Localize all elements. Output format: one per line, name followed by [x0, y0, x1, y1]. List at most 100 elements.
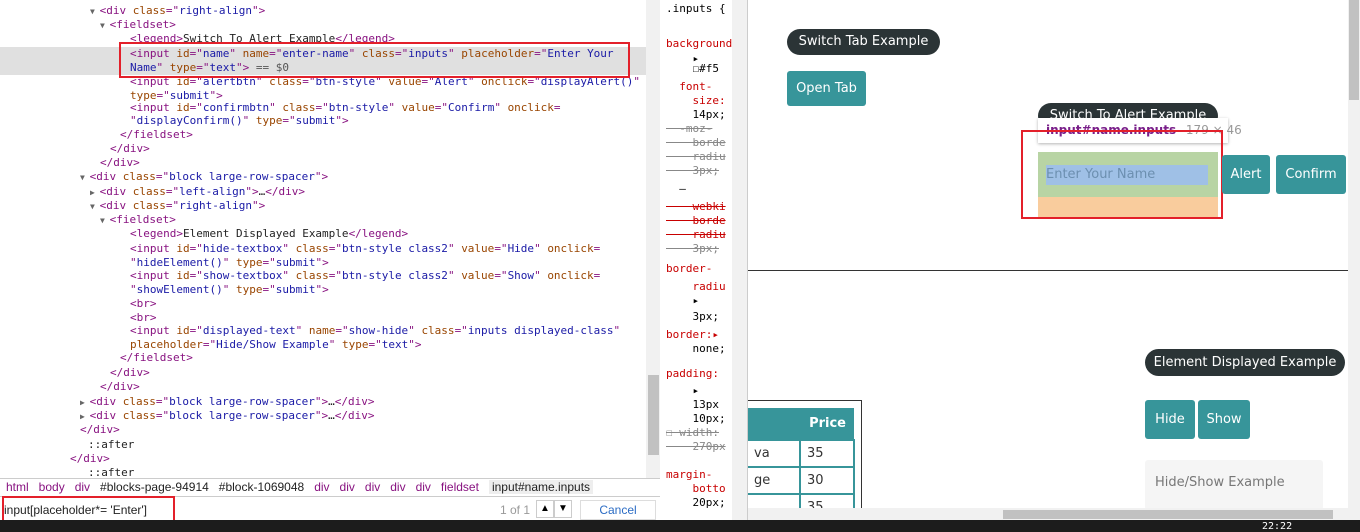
styles-scrollbar[interactable]	[732, 0, 748, 520]
dom-node-line[interactable]: </fieldset>	[0, 128, 646, 142]
style-declaration[interactable]: webki	[666, 200, 725, 214]
expand-toggle-icon[interactable]: ▼	[80, 173, 90, 182]
style-declaration[interactable]: 20px;	[666, 496, 725, 510]
previous-match-button[interactable]: ▲	[536, 500, 554, 518]
dom-node-line[interactable]: "showElement()" type="submit">	[0, 283, 646, 297]
dom-node-line[interactable]: </div>	[0, 142, 646, 156]
style-declaration[interactable]: 13px	[666, 398, 719, 412]
dom-token: type	[255, 114, 283, 127]
open-tab-button[interactable]: Open Tab	[787, 71, 866, 106]
breadcrumb-item[interactable]: div	[314, 480, 329, 494]
style-declaration[interactable]: radiu	[666, 280, 725, 294]
dom-node-line[interactable]: <legend>Element Displayed Example</legen…	[0, 227, 646, 241]
breadcrumb-item[interactable]: div	[340, 480, 355, 494]
next-match-button[interactable]: ▼	[554, 500, 572, 518]
dom-node-line[interactable]: ▼ <div class="right-align">	[0, 199, 646, 213]
dom-token: btn-style class2	[341, 242, 448, 255]
breadcrumb-item[interactable]: #blocks-page-94914	[100, 480, 209, 494]
style-declaration[interactable]: none;	[666, 342, 725, 356]
style-declaration[interactable]: padding:	[666, 367, 719, 381]
dom-node-line[interactable]: </div>	[0, 366, 646, 380]
dom-node-line[interactable]: <input id="confirmbtn" class="btn-style"…	[0, 101, 646, 115]
style-declaration[interactable]: –	[666, 182, 686, 196]
breadcrumb-item[interactable]: div	[75, 480, 90, 494]
breadcrumb-item[interactable]: div	[390, 480, 405, 494]
confirm-button[interactable]: Confirm	[1276, 155, 1346, 194]
dom-node-line[interactable]: </div>	[0, 423, 646, 437]
dom-token: "	[130, 256, 137, 269]
expand-toggle-icon[interactable]: ▶	[80, 412, 90, 421]
style-declaration[interactable]: botto	[666, 482, 725, 496]
dom-node-line[interactable]: ▶ <div class="block large-row-spacer">…<…	[0, 395, 646, 409]
breadcrumb-item[interactable]: div	[365, 480, 380, 494]
dom-node-line[interactable]: ▶ <div class="left-align">…</div>	[0, 185, 646, 199]
dom-token: "	[633, 75, 641, 88]
style-declaration[interactable]: 10px;	[666, 412, 725, 426]
dom-node-line[interactable]: <br>	[0, 311, 646, 325]
dom-node-line[interactable]: ::after	[0, 466, 646, 478]
page-scrollbar-thumb[interactable]	[1349, 0, 1359, 100]
style-declaration[interactable]: radiu	[666, 228, 725, 242]
style-declaration[interactable]: ☐#f5	[666, 62, 719, 76]
dom-node-line[interactable]: <br>	[0, 297, 646, 311]
style-declaration[interactable]: size:	[666, 94, 725, 108]
dom-node-line[interactable]: ::after	[0, 438, 646, 452]
styles-panel[interactable]: .inputs { background ▸ ☐#f5 font- size: 1…	[661, 0, 732, 520]
dom-node-line[interactable]: placeholder="Hide/Show Example" type="te…	[0, 338, 646, 352]
dom-node-line[interactable]: ▼ <div class="block large-row-spacer">	[0, 170, 646, 184]
dom-token: Element Displayed Example	[182, 227, 349, 240]
elements-scrollbar-thumb[interactable]	[648, 375, 659, 455]
expand-toggle-icon[interactable]: ▼	[90, 7, 100, 16]
alert-button[interactable]: Alert	[1222, 155, 1270, 194]
expand-toggle-icon[interactable]: ▶	[90, 188, 100, 197]
dom-node-line[interactable]: ▼ <fieldset>	[0, 213, 646, 227]
dom-node-line[interactable]: ▼ <div class="right-align">	[0, 4, 646, 18]
dom-node-line[interactable]: </div>	[0, 156, 646, 170]
displayed-text-input[interactable]: Hide/Show Example	[1145, 460, 1323, 510]
breadcrumb-item[interactable]: html	[6, 480, 29, 494]
dom-node-line[interactable]: ▶ <div class="block large-row-spacer">…<…	[0, 409, 646, 423]
dom-node-line[interactable]: </fieldset>	[0, 351, 646, 365]
dom-node-line[interactable]: <input id="displayed-text" name="show-hi…	[0, 324, 646, 338]
breadcrumb-item[interactable]: input#name.inputs	[488, 480, 594, 494]
show-button[interactable]: Show	[1198, 400, 1250, 439]
style-declaration[interactable]: 3px;	[666, 164, 719, 178]
style-declaration[interactable]: background	[666, 37, 732, 51]
style-declaration[interactable]: -moz-	[666, 122, 712, 136]
expand-toggle-icon[interactable]: ▶	[80, 398, 90, 407]
breadcrumb-item[interactable]: fieldset	[441, 480, 479, 494]
style-declaration[interactable]: border:▸	[666, 328, 719, 342]
dom-token: ="	[494, 269, 508, 282]
dom-node-line[interactable]: </div>	[0, 380, 646, 394]
style-declaration[interactable]: borde	[666, 136, 725, 150]
style-declaration[interactable]: .inputs {	[666, 2, 726, 16]
dom-node-line[interactable]: </div>	[0, 452, 646, 466]
dom-token: ">	[314, 395, 329, 408]
style-declaration[interactable]: borde	[666, 214, 725, 228]
breadcrumb-item[interactable]: #block-1069048	[219, 480, 304, 494]
style-declaration[interactable]: ☐ width:	[666, 426, 719, 440]
style-declaration[interactable]: 14px;	[666, 108, 725, 122]
dom-node-line[interactable]: "hideElement()" type="submit">	[0, 256, 646, 270]
breadcrumb-item[interactable]: body	[39, 480, 65, 494]
horizontal-scrollbar-thumb[interactable]	[1003, 510, 1333, 519]
style-declaration[interactable]: ▸	[666, 384, 699, 398]
expand-toggle-icon[interactable]: ▼	[100, 216, 110, 225]
style-declaration[interactable]: 270px	[666, 440, 725, 454]
style-declaration[interactable]: font-	[666, 80, 712, 94]
style-declaration[interactable]: margin-	[666, 468, 712, 482]
style-declaration[interactable]: radiu	[666, 150, 725, 164]
hide-button[interactable]: Hide	[1145, 400, 1195, 439]
style-declaration[interactable]: border-	[666, 262, 712, 276]
dom-node-line[interactable]: "displayConfirm()" type="submit">	[0, 114, 646, 128]
dom-node-line[interactable]: ▼ <fieldset>	[0, 18, 646, 32]
style-declaration[interactable]: ▸	[666, 294, 699, 308]
dom-node-line[interactable]: <input id="hide-textbox" class="btn-styl…	[0, 242, 646, 256]
style-declaration[interactable]: 3px;	[666, 242, 719, 256]
style-declaration[interactable]: 3px;	[666, 310, 719, 324]
expand-toggle-icon[interactable]: ▼	[100, 21, 110, 30]
dom-node-line[interactable]: <input id="show-textbox" class="btn-styl…	[0, 269, 646, 283]
cancel-button[interactable]: Cancel	[580, 500, 656, 520]
breadcrumb-item[interactable]: div	[416, 480, 431, 494]
expand-toggle-icon[interactable]: ▼	[90, 202, 100, 211]
